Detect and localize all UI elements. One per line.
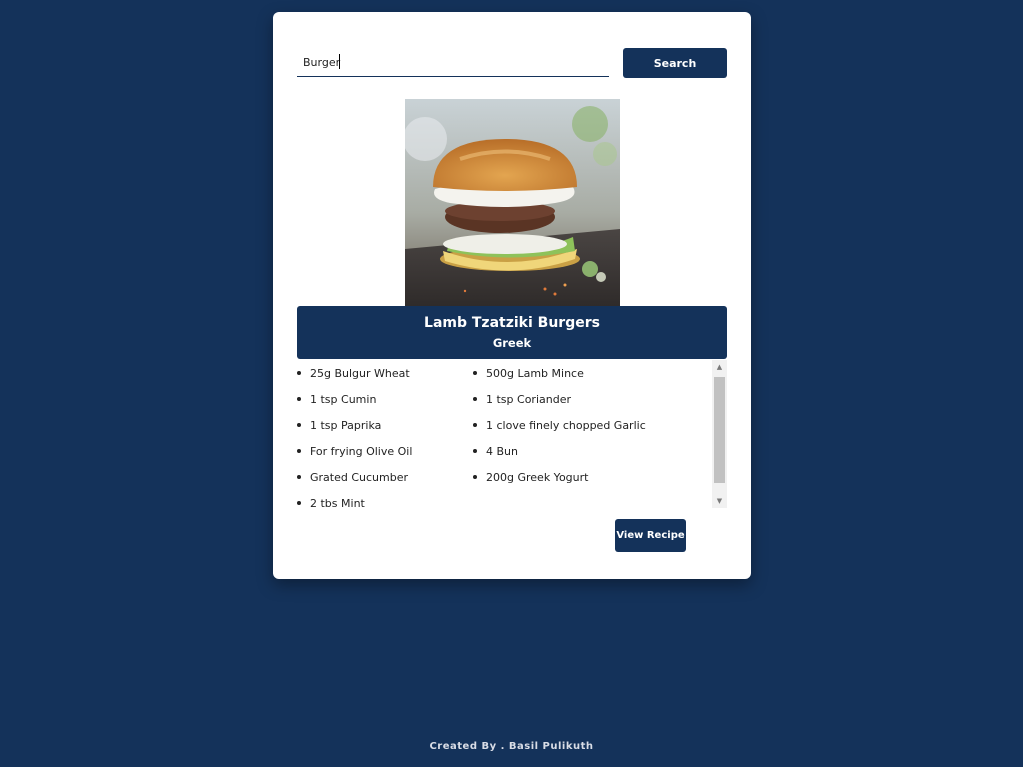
bullet-icon <box>473 449 477 453</box>
ingredient-text: 1 tsp Paprika <box>310 419 382 432</box>
recipe-header: Lamb Tzatziki Burgers Greek <box>297 306 727 359</box>
bullet-icon <box>473 423 477 427</box>
list-item: 1 tsp Coriander <box>473 393 571 406</box>
ingredient-text: 200g Greek Yogurt <box>486 471 589 484</box>
bullet-icon <box>297 449 301 453</box>
ingredients-list[interactable]: 25g Bulgur Wheat 500g Lamb Mince 1 tsp C… <box>297 359 727 509</box>
bullet-icon <box>473 475 477 479</box>
bullet-icon <box>473 371 477 375</box>
scroll-down-arrow-icon[interactable]: ▼ <box>712 494 727 508</box>
ingredient-text: For frying Olive Oil <box>310 445 413 458</box>
list-item: 1 tsp Cumin <box>297 393 376 406</box>
burger-photo-icon <box>405 99 620 306</box>
ingredient-text: 1 tsp Coriander <box>486 393 571 406</box>
ingredient-text: 25g Bulgur Wheat <box>310 367 410 380</box>
ingredient-text: 500g Lamb Mince <box>486 367 584 380</box>
text-caret <box>339 54 340 69</box>
ingredient-text: 1 clove finely chopped Garlic <box>486 419 646 432</box>
list-item: For frying Olive Oil <box>297 445 412 458</box>
bullet-icon <box>297 423 301 427</box>
bullet-icon <box>297 475 301 479</box>
recipe-title: Lamb Tzatziki Burgers <box>424 315 600 331</box>
list-item: 500g Lamb Mince <box>473 367 584 380</box>
recipe-image <box>405 99 620 306</box>
ingredient-text: 1 tsp Cumin <box>310 393 377 406</box>
list-item: 200g Greek Yogurt <box>473 471 588 484</box>
list-item: 4 Bun <box>473 445 518 458</box>
search-button[interactable]: Search <box>623 48 727 78</box>
ingredients-scrollbar[interactable]: ▲ ▼ <box>712 360 727 508</box>
view-recipe-button[interactable]: View Recipe <box>615 519 686 552</box>
bullet-icon <box>297 371 301 375</box>
bullet-icon <box>297 397 301 401</box>
bullet-icon <box>473 397 477 401</box>
ingredient-text: 2 tbs Mint <box>310 497 365 509</box>
ingredient-text: 4 Bun <box>486 445 518 458</box>
bullet-icon <box>297 501 301 505</box>
recipe-cuisine: Greek <box>492 336 532 350</box>
scroll-thumb[interactable] <box>714 377 725 483</box>
list-item: 2 tbs Mint <box>297 497 365 509</box>
list-item: 25g Bulgur Wheat <box>297 367 410 380</box>
recipe-card: Search <box>273 12 751 579</box>
list-item: Grated Cucumber <box>297 471 408 484</box>
footer-credit: Created By . Basil Pulikuth <box>429 741 594 752</box>
search-input[interactable] <box>297 48 609 77</box>
list-item: 1 clove finely chopped Garlic <box>473 419 646 432</box>
ingredient-text: Grated Cucumber <box>310 471 409 484</box>
scroll-up-arrow-icon[interactable]: ▲ <box>712 360 727 374</box>
list-item: 1 tsp Paprika <box>297 419 381 432</box>
